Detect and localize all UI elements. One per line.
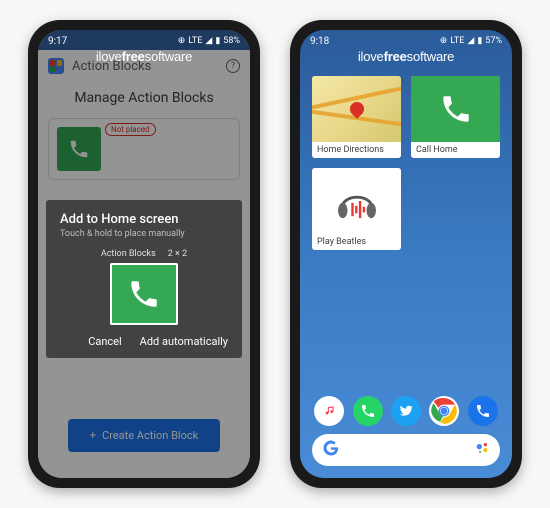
vpn-icon: ⊕ (178, 36, 186, 46)
widget-play-beatles[interactable]: Play Beatles (312, 168, 401, 250)
signal-icon: ◢ (205, 36, 212, 46)
twitter-icon[interactable] (391, 396, 421, 426)
cancel-button[interactable]: Cancel (88, 335, 121, 348)
battery-pct: 58% (223, 36, 240, 46)
widget-grid: Home Directions Call Home (300, 64, 512, 250)
add-home-dialog: Add to Home screen Touch & hold to place… (46, 200, 242, 358)
google-logo-icon (322, 439, 340, 461)
status-time: 9:18 (310, 36, 329, 47)
dialog-title: Add to Home screen (60, 212, 228, 227)
widget-preview[interactable] (110, 263, 178, 325)
status-bar: 9:17 ⊕ LTE ◢ ▮ 58% (38, 30, 250, 50)
widget-name-label: Action Blocks (101, 249, 156, 259)
network-label: LTE (450, 36, 464, 46)
battery-icon: ▮ (215, 36, 220, 46)
dialog-actions: Cancel Add automatically (60, 335, 228, 348)
headphones-icon (312, 168, 401, 234)
phone-right: 9:18 ⊕ LTE ◢ ▮ 57% ilovefreesoftware Hom… (290, 20, 522, 488)
screen-right: 9:18 ⊕ LTE ◢ ▮ 57% ilovefreesoftware Hom… (300, 30, 512, 478)
add-automatically-button[interactable]: Add automatically (140, 335, 228, 348)
dock (300, 396, 512, 426)
map-icon (312, 76, 401, 142)
widget-label: Play Beatles (312, 234, 401, 250)
screen-left: 9:17 ⊕ LTE ◢ ▮ 58% ilovefreesoftware Act… (38, 30, 250, 478)
widget-size-label: 2 × 2 (168, 249, 187, 259)
battery-icon: ▮ (477, 36, 482, 46)
dialog-subtitle: Touch & hold to place manually (60, 229, 228, 239)
battery-pct: 57% (485, 36, 502, 46)
watermark: ilovefreesoftware (300, 49, 512, 64)
phone-app-icon[interactable] (468, 396, 498, 426)
call-icon (112, 265, 176, 323)
google-search-bar[interactable] (312, 434, 500, 466)
assistant-icon[interactable] (474, 440, 490, 460)
phone-left: 9:17 ⊕ LTE ◢ ▮ 58% ilovefreesoftware Act… (28, 20, 260, 488)
widget-label: Home Directions (312, 142, 401, 158)
watermark: ilovefreesoftware (38, 49, 250, 64)
network-label: LTE (188, 36, 202, 46)
widget-label: Call Home (411, 142, 500, 158)
apple-music-icon[interactable] (314, 396, 344, 426)
widget-home-directions[interactable]: Home Directions (312, 76, 401, 158)
whatsapp-icon[interactable] (353, 396, 383, 426)
signal-icon: ◢ (467, 36, 474, 46)
phone-icon (411, 76, 500, 142)
map-pin-icon (347, 99, 367, 119)
status-right: ⊕ LTE ◢ ▮ 58% (178, 36, 240, 46)
status-bar: 9:18 ⊕ LTE ◢ ▮ 57% (300, 30, 512, 50)
status-right: ⊕ LTE ◢ ▮ 57% (440, 36, 502, 46)
dialog-body: Action Blocks 2 × 2 (60, 249, 228, 325)
status-time: 9:17 (48, 36, 67, 47)
widget-call-home[interactable]: Call Home (411, 76, 500, 158)
chrome-icon[interactable] (429, 396, 459, 426)
vpn-icon: ⊕ (440, 36, 448, 46)
